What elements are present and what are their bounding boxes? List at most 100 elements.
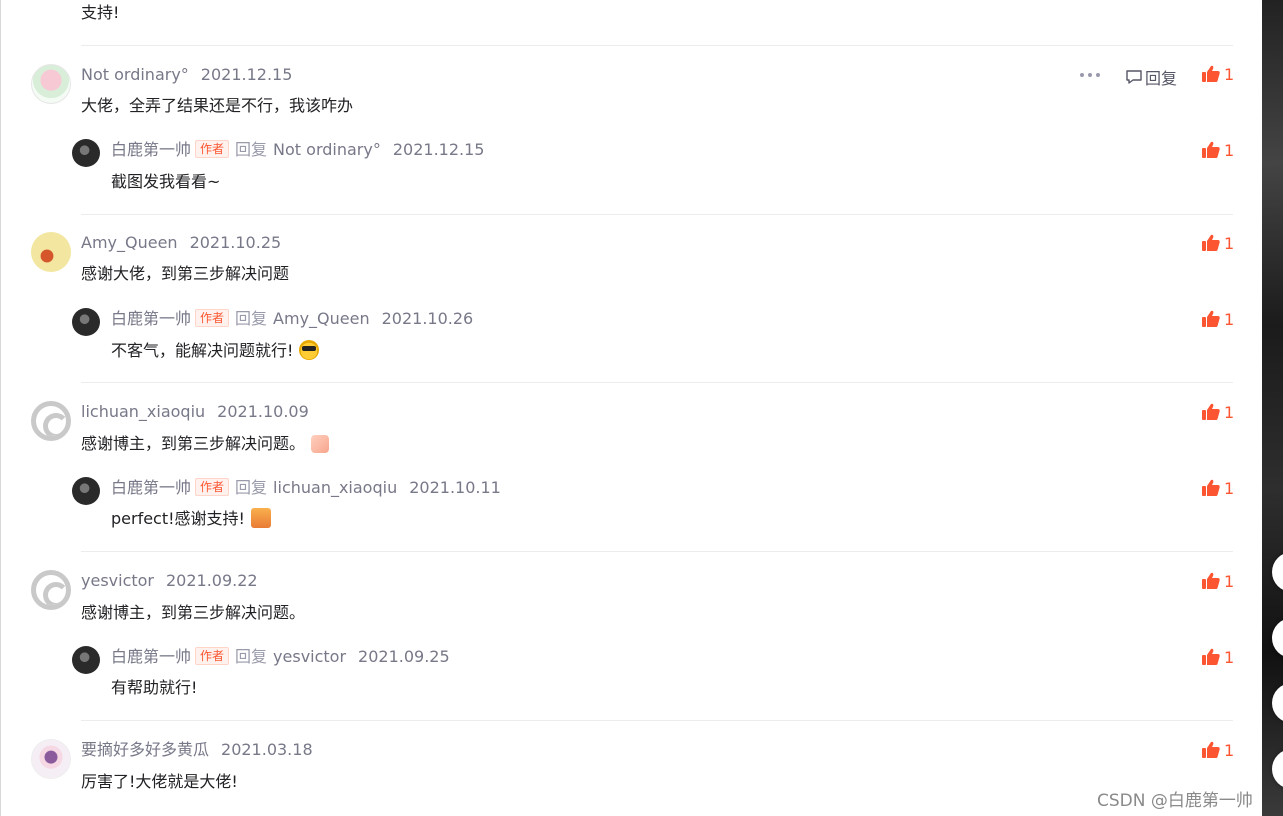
author-badge: 作者	[195, 478, 230, 496]
thumbs-up-emoji-icon	[311, 435, 330, 453]
username[interactable]: yesvictor	[81, 571, 154, 590]
reply-button-label: 回复	[1145, 69, 1178, 88]
divider	[81, 720, 1233, 721]
like-button[interactable]: 1	[1201, 402, 1234, 422]
comment-date: 2021.10.25	[189, 233, 282, 252]
avatar[interactable]	[72, 477, 100, 505]
divider	[81, 382, 1233, 383]
reply-meta: 白鹿第一帅 作者 回复 Amy_Queen 2021.10.26	[111, 308, 473, 330]
comment-date: 2021.09.22	[166, 571, 258, 590]
comment-date: 2021.12.15	[392, 140, 485, 159]
reply-meta: 白鹿第一帅 作者 回复 Not ordinary° 2021.12.15	[111, 139, 484, 161]
avatar[interactable]	[72, 139, 100, 167]
avatar[interactable]	[72, 308, 100, 336]
comment-date: 2021.10.09	[217, 402, 309, 421]
like-count: 1	[1224, 309, 1235, 329]
like-count: 1	[1224, 478, 1235, 498]
avatar[interactable]	[31, 64, 71, 104]
avatar[interactable]	[31, 401, 71, 441]
thumbs-up-icon	[1202, 234, 1220, 251]
more-dots-icon[interactable]	[1080, 66, 1100, 84]
thumbs-up-icon	[1202, 403, 1220, 420]
avatar[interactable]	[31, 232, 71, 272]
divider	[81, 551, 1233, 552]
reply-target[interactable]: Not ordinary°	[273, 140, 381, 159]
comment-meta: Not ordinary° 2021.12.15	[81, 64, 292, 86]
floating-toolbar-button[interactable]	[1272, 749, 1283, 789]
username[interactable]: 白鹿第一帅	[111, 140, 191, 159]
like-count: 1	[1224, 402, 1235, 422]
username[interactable]: lichuan_xiaoqiu	[81, 402, 205, 421]
reply-meta: 白鹿第一帅 作者 回复 lichuan_xiaoqiu 2021.10.11	[111, 477, 501, 499]
like-count: 1	[1224, 233, 1235, 253]
username[interactable]: Not ordinary°	[81, 65, 189, 84]
thumbs-up-icon	[1202, 741, 1220, 758]
author-badge: 作者	[195, 647, 230, 665]
username[interactable]: 要摘好多好多黄瓜	[81, 740, 209, 759]
previous-comment-text: 支持!	[81, 3, 120, 22]
like-button[interactable]: 1	[1201, 309, 1234, 329]
divider	[81, 45, 1233, 46]
like-button[interactable]: 1	[1201, 478, 1234, 498]
username[interactable]: 白鹿第一帅	[111, 309, 191, 328]
floating-toolbar-button[interactable]	[1272, 683, 1283, 723]
like-button[interactable]: 1	[1201, 233, 1234, 253]
reply-text: 不客气，能解决问题就行!	[111, 339, 320, 363]
like-button[interactable]: 1	[1201, 571, 1234, 591]
comment-text-content: 感谢博主，到第三步解决问题。	[81, 434, 306, 453]
avatar[interactable]	[72, 646, 100, 674]
comment-bubble-icon	[1126, 70, 1142, 84]
like-count: 1	[1224, 571, 1235, 591]
reply-text: perfect!感谢支持!	[111, 507, 271, 531]
reply-target[interactable]: lichuan_xiaoqiu	[273, 478, 397, 497]
reply-text: 截图发我看看~	[111, 172, 221, 191]
thumbs-up-icon	[1202, 65, 1220, 82]
divider	[81, 214, 1233, 215]
author-badge: 作者	[195, 309, 230, 327]
username[interactable]: Amy_Queen	[81, 233, 178, 252]
comment-text: 感谢博主，到第三步解决问题。	[81, 432, 330, 456]
reply-target[interactable]: yesvictor	[273, 647, 346, 666]
comment-text: 感谢大佬，到第三步解决问题	[81, 264, 290, 283]
thumbs-up-icon	[1202, 479, 1220, 496]
username[interactable]: 白鹿第一帅	[111, 647, 191, 666]
reply-target[interactable]: Amy_Queen	[273, 309, 370, 328]
reply-button[interactable]: 回复	[1125, 65, 1177, 89]
comment-meta: 要摘好多好多黄瓜 2021.03.18	[81, 739, 313, 761]
comment-text: 感谢博主，到第三步解决问题。	[81, 603, 306, 622]
comment-date: 2021.09.25	[358, 647, 450, 666]
thumbs-up-icon	[1202, 648, 1220, 665]
comment-date: 2021.10.26	[381, 309, 474, 328]
like-button[interactable]: 1	[1201, 140, 1234, 160]
like-count: 1	[1224, 740, 1235, 760]
like-button[interactable]: 1	[1201, 740, 1234, 760]
comment-meta: lichuan_xiaoqiu 2021.10.09	[81, 401, 309, 423]
reply-word: 回复	[235, 647, 268, 666]
comment-meta: Amy_Queen 2021.10.25	[81, 232, 281, 254]
thumbs-up-icon	[1202, 141, 1220, 158]
like-button[interactable]: 1	[1201, 647, 1234, 667]
comment-meta: yesvictor 2021.09.22	[81, 570, 258, 592]
reply-meta: 白鹿第一帅 作者 回复 yesvictor 2021.09.25	[111, 646, 450, 668]
watermark: CSDN @白鹿第一帅	[1097, 791, 1253, 811]
panel-border	[0, 0, 1, 816]
sunglasses-emoji-icon	[299, 340, 320, 360]
avatar[interactable]	[31, 570, 71, 610]
background-image-edge	[1262, 0, 1283, 816]
floating-toolbar-button[interactable]	[1272, 552, 1283, 592]
floating-toolbar-button[interactable]	[1272, 618, 1283, 658]
like-button[interactable]: 1	[1201, 64, 1234, 84]
comment-date: 2021.10.11	[409, 478, 501, 497]
gift-emoji-icon	[250, 508, 271, 528]
like-count: 1	[1224, 647, 1235, 667]
username[interactable]: 白鹿第一帅	[111, 478, 191, 497]
comment-date: 2021.12.15	[200, 65, 293, 84]
reply-text-content: perfect!感谢支持!	[111, 509, 245, 528]
comment-text: 厉害了!大佬就是大佬!	[81, 772, 238, 791]
like-count: 1	[1224, 64, 1235, 84]
reply-text: 有帮助就行!	[111, 678, 198, 697]
avatar[interactable]	[31, 739, 71, 779]
like-count: 1	[1224, 140, 1235, 160]
comment-date: 2021.03.18	[221, 740, 313, 759]
reply-word: 回复	[235, 309, 268, 328]
